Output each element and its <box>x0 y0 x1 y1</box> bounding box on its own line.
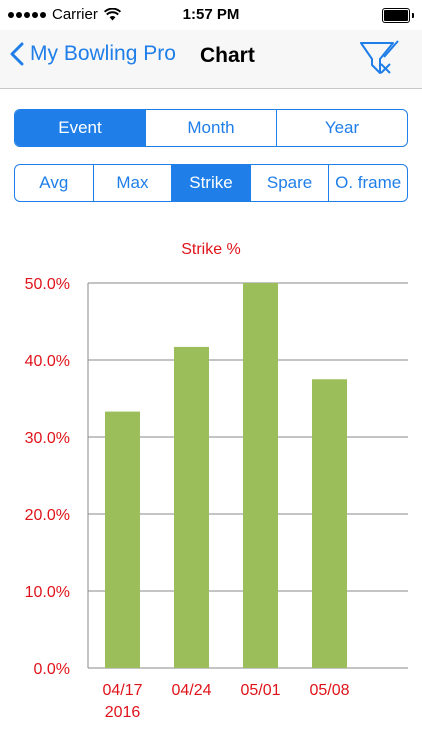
filter-clear-icon[interactable] <box>358 37 402 81</box>
status-bar: Carrier 1:57 PM <box>0 0 422 30</box>
segment-event[interactable]: Event <box>15 110 146 146</box>
strike-chart: Strike % 0.0% 10.0% 20.0% 30.0% 40.0% 50.0% 04/… <box>0 228 422 750</box>
navigation-bar: My Bowling Pro Chart <box>0 30 422 89</box>
x-tick-label: 05/08 <box>309 682 349 699</box>
y-tick-label: 30.0% <box>25 430 70 447</box>
bar <box>243 283 278 668</box>
y-tick-label: 10.0% <box>25 584 70 601</box>
metric-segmented-control: Avg Max Strike Spare O. frame <box>14 164 408 202</box>
x-tick-label: 2016 <box>105 704 141 721</box>
segment-spare[interactable]: Spare <box>251 165 330 201</box>
segment-avg[interactable]: Avg <box>15 165 94 201</box>
chevron-left-icon <box>10 42 24 66</box>
battery-icon <box>382 8 414 23</box>
y-tick-label: 0.0% <box>34 661 70 678</box>
bar <box>105 411 140 668</box>
y-tick-label: 50.0% <box>25 276 70 293</box>
page-title: Chart <box>200 44 255 67</box>
y-tick-label: 40.0% <box>25 353 70 370</box>
x-tick-label: 05/01 <box>240 682 280 699</box>
segment-strike[interactable]: Strike <box>172 165 251 201</box>
clock: 1:57 PM <box>182 6 240 23</box>
segment-max[interactable]: Max <box>94 165 173 201</box>
segment-open-frame[interactable]: O. frame <box>329 165 407 201</box>
segment-month[interactable]: Month <box>146 110 277 146</box>
back-label: My Bowling Pro <box>30 42 176 65</box>
segment-year[interactable]: Year <box>277 110 407 146</box>
chart-title: Strike % <box>181 241 241 258</box>
x-tick-label: 04/24 <box>171 682 211 699</box>
x-tick-label: 04/17 <box>102 682 142 699</box>
back-button[interactable]: My Bowling Pro <box>10 42 176 66</box>
chart-canvas: Strike % 0.0% 10.0% 20.0% 30.0% 40.0% 50.0% 04/… <box>25 241 408 721</box>
bar <box>174 346 209 668</box>
bar <box>312 379 347 668</box>
period-segmented-control: Event Month Year <box>14 109 408 147</box>
y-tick-label: 20.0% <box>25 507 70 524</box>
